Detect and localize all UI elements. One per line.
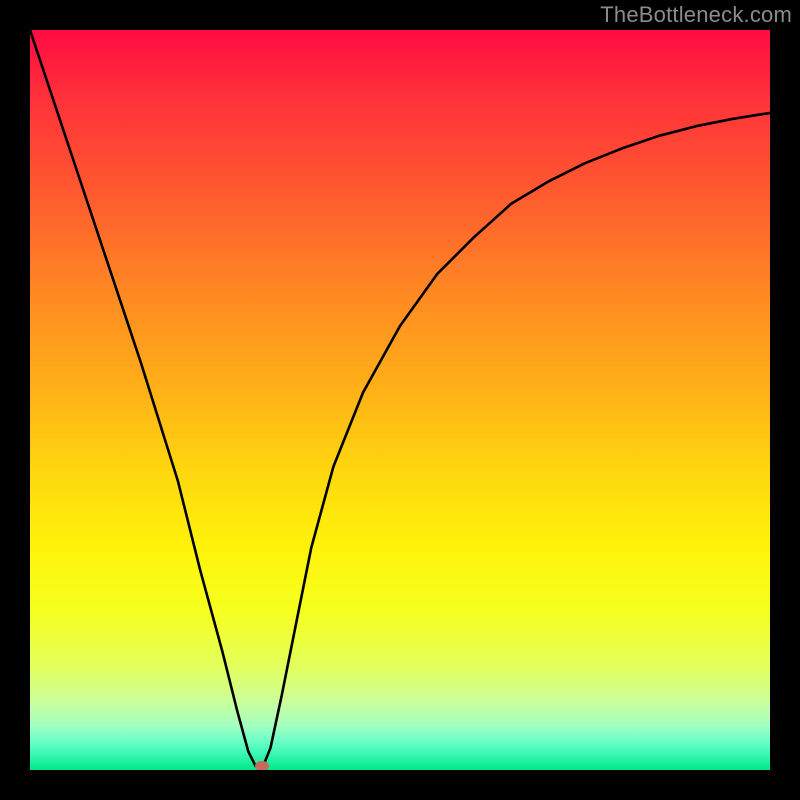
curve-layer (30, 30, 770, 770)
chart-frame: TheBottleneck.com (0, 0, 800, 800)
plot-area (30, 30, 770, 770)
min-marker (255, 761, 269, 770)
watermark-text: TheBottleneck.com (600, 2, 792, 28)
curve-path (30, 30, 770, 766)
